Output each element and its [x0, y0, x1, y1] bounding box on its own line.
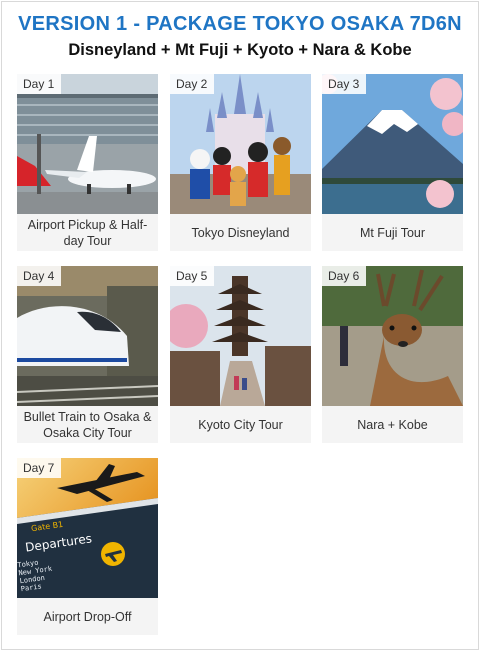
day-card-7[interactable]: Gate B1 Departures Tokyo New York London…: [17, 458, 158, 635]
page-subtitle: Disneyland + Mt Fuji + Kyoto + Nara & Ko…: [68, 41, 412, 59]
day-card-2[interactable]: Day 2 Tokyo Disneyland: [170, 74, 311, 251]
day-badge: Day 1: [17, 74, 62, 94]
day-badge: Day 4: [17, 266, 62, 286]
day-badge: Day 5: [170, 266, 215, 286]
day-card-title: Kyoto City Tour: [198, 417, 283, 432]
kyoto-pagoda-photo: Day 5: [170, 266, 311, 406]
shinkansen-photo: Day 4: [17, 266, 158, 406]
day-card-5[interactable]: Day 5 Kyoto City Tour: [170, 266, 311, 443]
day-badge: Day 3: [322, 74, 367, 94]
airport-airplane-photo: Day 1: [17, 74, 158, 214]
day-card-4[interactable]: Day 4 Bullet Train to Osaka & Osaka City…: [17, 266, 158, 443]
mt-fuji-cherry-blossom-photo: Day 3: [322, 74, 463, 214]
day-card-title: Airport Pickup & Half-day Tour: [27, 217, 148, 248]
page-title: VERSION 1 - PACKAGE TOKYO OSAKA 7D6N: [18, 13, 462, 35]
day-card-title: Tokyo Disneyland: [191, 225, 290, 240]
day-badge: Day 6: [322, 266, 367, 286]
day-card-title: Mt Fuji Tour: [359, 225, 426, 240]
day-card-6[interactable]: Day 6 Nara + Kobe: [322, 266, 463, 443]
day-card-1[interactable]: Day 1 Airport Pickup & Half-day Tour: [17, 74, 158, 251]
departures-city-list: Tokyo New York London Paris: [17, 557, 55, 594]
day-badge: Day 2: [170, 74, 215, 94]
day-card-title: Bullet Train to Osaka & Osaka City Tour: [23, 409, 152, 440]
day-card-title: Airport Drop-Off: [43, 609, 132, 624]
day-badge: Day 7: [17, 458, 62, 478]
departures-board-photo: Gate B1 Departures Tokyo New York London…: [17, 458, 158, 598]
day-card-3[interactable]: Day 3 Mt Fuji Tour: [322, 74, 463, 251]
nara-deer-photo: Day 6: [322, 266, 463, 406]
day-card-title: Nara + Kobe: [357, 417, 428, 432]
disney-castle-characters-photo: Day 2: [170, 74, 311, 214]
